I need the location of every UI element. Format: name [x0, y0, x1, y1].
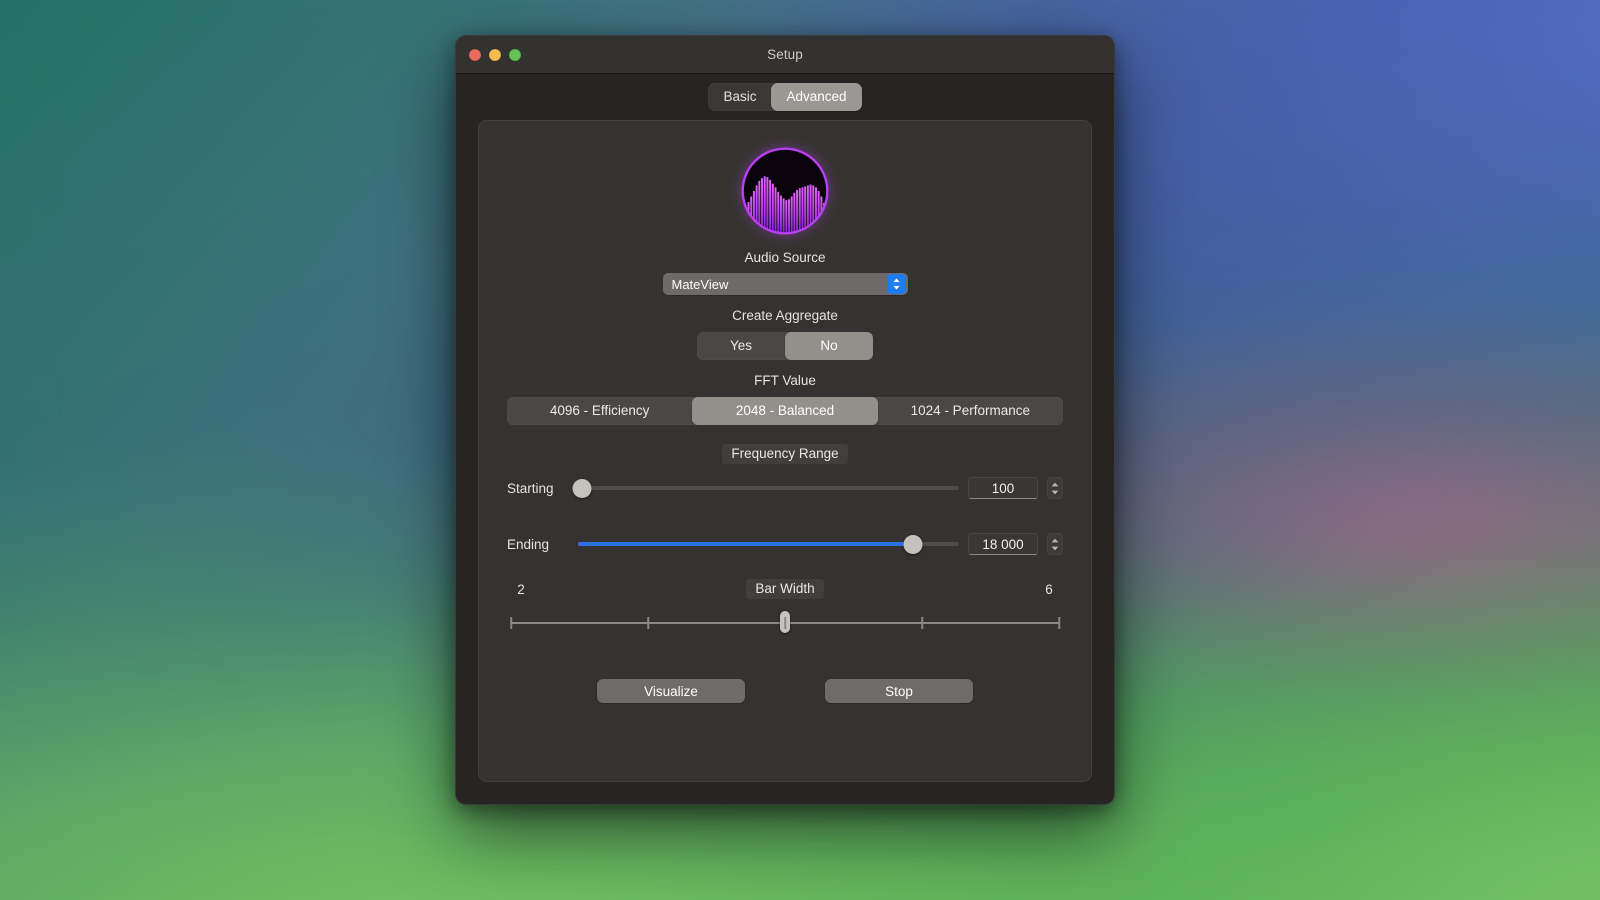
chevron-down-icon[interactable] [1051, 490, 1059, 495]
ending-slider-knob[interactable] [904, 535, 923, 554]
ending-frequency-stepper[interactable] [1047, 533, 1063, 555]
frequency-range-label: Frequency Range [722, 444, 847, 464]
audio-bar [758, 181, 760, 237]
tab-basic[interactable]: Basic [708, 83, 771, 111]
zoom-button-icon[interactable] [509, 49, 521, 61]
audio-bar [769, 180, 771, 237]
audio-bar [756, 185, 758, 237]
ending-label: Ending [507, 537, 569, 552]
bar-width-tick [784, 617, 786, 629]
chevron-down-icon[interactable] [1051, 546, 1059, 551]
starting-frequency-field[interactable] [968, 477, 1038, 499]
window-title: Setup [456, 47, 1114, 62]
fft-option-4096[interactable]: 4096 - Efficiency [507, 397, 692, 425]
audio-bar [772, 184, 774, 237]
audio-source-value: MateView [663, 277, 888, 292]
bar-width-tick [921, 617, 923, 629]
app-icon-container [739, 145, 831, 237]
bar-width-tick [647, 617, 649, 629]
audio-bar [748, 202, 750, 237]
ending-frequency-row: Ending [507, 533, 1063, 555]
audio-source-dropdown[interactable]: MateView [663, 273, 908, 295]
create-aggregate-label: Create Aggregate [732, 308, 838, 323]
tab-bar: Basic Advanced [456, 74, 1114, 120]
audio-bar [807, 185, 809, 237]
tab-segmented-control: Basic Advanced [708, 83, 861, 111]
ending-slider-fill [578, 542, 913, 546]
window-titlebar[interactable]: Setup [456, 36, 1114, 74]
chevron-up-icon[interactable] [1051, 482, 1059, 487]
ending-frequency-field[interactable] [968, 533, 1038, 555]
setup-window: Setup Basic Advanced [455, 35, 1115, 805]
audio-bar [777, 192, 779, 237]
audio-bar [793, 193, 795, 237]
starting-frequency-slider[interactable] [578, 478, 959, 498]
desktop-background: Setup Basic Advanced [0, 0, 1600, 900]
traffic-light-group [469, 49, 521, 61]
chevron-up-down-glyph [892, 277, 901, 291]
audio-bar [796, 190, 798, 237]
starting-frequency-row: Starting [507, 477, 1063, 499]
audio-bar [753, 191, 755, 237]
starting-frequency-stepper[interactable] [1047, 477, 1063, 499]
starting-label: Starting [507, 481, 569, 496]
fft-value-label: FFT Value [754, 373, 816, 388]
audio-bar [783, 198, 785, 237]
bar-width-label: Bar Width [746, 579, 823, 599]
bar-width-tick [1058, 617, 1060, 629]
audio-bar [780, 196, 782, 237]
fft-option-1024[interactable]: 1024 - Performance [878, 397, 1063, 425]
audio-visualizer-icon [739, 145, 831, 237]
bar-width-max-label: 6 [1039, 582, 1059, 597]
audio-source-label: Audio Source [744, 250, 825, 265]
aggregate-option-no[interactable]: No [785, 332, 873, 360]
audio-bar [820, 197, 822, 237]
bar-width-block: 2 Bar Width 6 [507, 579, 1063, 633]
audio-bar [815, 187, 817, 237]
audio-bar [810, 185, 812, 237]
aggregate-option-yes[interactable]: Yes [697, 332, 785, 360]
audio-bar [812, 185, 814, 237]
audio-bar [775, 187, 777, 237]
audio-bar [788, 199, 790, 237]
stop-button[interactable]: Stop [825, 679, 973, 703]
fft-value-segmented-control: 4096 - Efficiency 2048 - Balanced 1024 -… [507, 397, 1063, 425]
starting-slider-track [578, 486, 959, 490]
bar-width-min-label: 2 [511, 582, 531, 597]
create-aggregate-segmented-control: Yes No [697, 332, 873, 360]
fft-option-2048[interactable]: 2048 - Balanced [692, 397, 877, 425]
audio-bar [785, 200, 787, 237]
chevron-up-icon[interactable] [1051, 538, 1059, 543]
audio-bar [791, 197, 793, 237]
visualize-button[interactable]: Visualize [597, 679, 745, 703]
tab-advanced[interactable]: Advanced [771, 83, 861, 111]
bar-width-header: 2 Bar Width 6 [507, 579, 1063, 599]
ending-frequency-slider[interactable] [578, 534, 959, 554]
frequency-range-header: Frequency Range [722, 445, 847, 463]
starting-slider-knob[interactable] [572, 479, 591, 498]
bar-width-tick [510, 617, 512, 629]
close-button-icon[interactable] [469, 49, 481, 61]
chevron-up-down-icon[interactable] [887, 274, 906, 294]
audio-bar [745, 208, 747, 237]
bar-width-slider[interactable] [511, 611, 1059, 633]
action-button-row: Visualize Stop [507, 679, 1063, 703]
minimize-button-icon[interactable] [489, 49, 501, 61]
advanced-settings-panel: Audio Source MateView Create Aggregate Y… [478, 120, 1092, 782]
